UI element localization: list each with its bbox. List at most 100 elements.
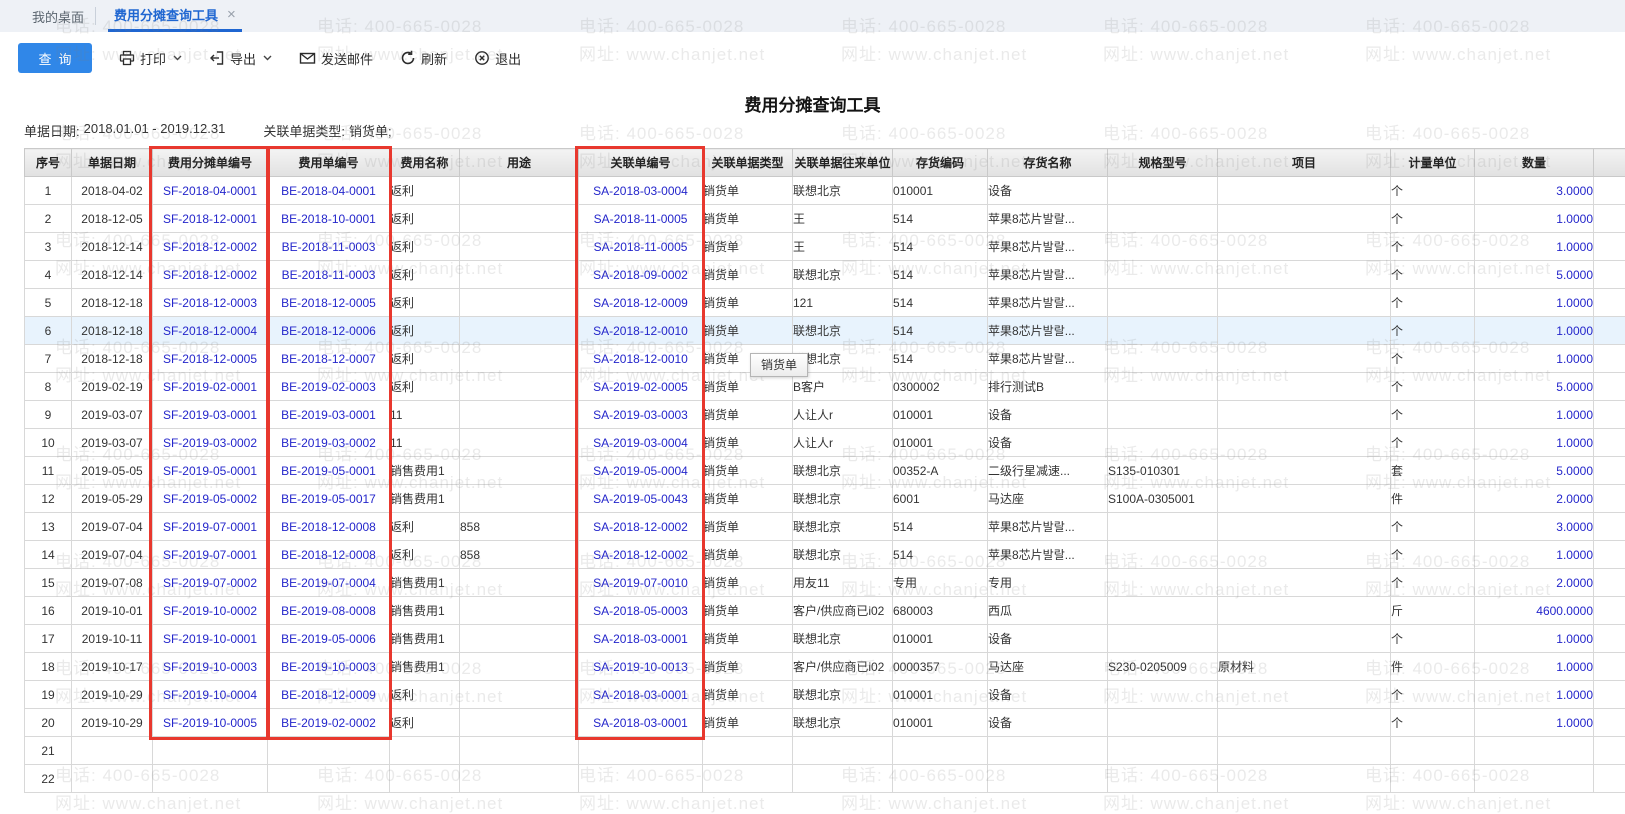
cell-related-doc-code[interactable]: SA-2018-03-0001 (579, 681, 703, 709)
cell-expense-code[interactable]: BE-2018-12-0005 (268, 289, 390, 317)
cell-expense-code[interactable]: BE-2019-05-0001 (268, 457, 390, 485)
cell-expense-code[interactable]: BE-2018-12-0008 (268, 513, 390, 541)
cell-related-doc-code[interactable]: SA-2018-12-0002 (579, 541, 703, 569)
cell-expense-share-code[interactable]: SF-2019-02-0001 (153, 373, 268, 401)
cell-expense-code[interactable]: BE-2019-05-0006 (268, 625, 390, 653)
column-header-unit[interactable]: 计量单位 (1391, 149, 1475, 177)
cell-expense-code[interactable]: BE-2019-02-0002 (268, 709, 390, 737)
tab-my-desktop[interactable]: 我的桌面 (32, 0, 84, 32)
exit-button[interactable]: 退出 (474, 49, 521, 68)
column-header-spec-model[interactable]: 规格型号 (1108, 149, 1218, 177)
cell-related-doc-code[interactable]: SA-2018-05-0003 (579, 597, 703, 625)
cell-expense-share-code[interactable]: SF-2019-10-0004 (153, 681, 268, 709)
column-header-related-doc-code[interactable]: 关联单编号 (579, 149, 703, 177)
cell-expense-share-code[interactable]: SF-2018-12-0005 (153, 345, 268, 373)
table-row[interactable]: 72018-12-18SF-2018-12-0005BE-2018-12-000… (25, 345, 1625, 373)
cell-related-doc-code[interactable]: SA-2018-03-0001 (579, 625, 703, 653)
tab-close-icon[interactable]: × (227, 7, 236, 22)
cell-expense-share-code[interactable]: SF-2019-07-0002 (153, 569, 268, 597)
table-row[interactable]: 22018-12-05SF-2018-12-0001BE-2018-10-000… (25, 205, 1625, 233)
table-row[interactable]: 112019-05-05SF-2019-05-0001BE-2019-05-00… (25, 457, 1625, 485)
cell-expense-code[interactable]: BE-2019-10-0003 (268, 653, 390, 681)
table-row[interactable]: 162019-10-01SF-2019-10-0002BE-2019-08-00… (25, 597, 1625, 625)
table-row[interactable]: 182019-10-17SF-2019-10-0003BE-2019-10-00… (25, 653, 1625, 681)
table-row[interactable]: 192019-10-29SF-2019-10-0004BE-2018-12-00… (25, 681, 1625, 709)
cell-expense-code[interactable]: BE-2018-11-0003 (268, 233, 390, 261)
cell-expense-share-code[interactable]: SF-2018-12-0002 (153, 261, 268, 289)
cell-related-doc-code[interactable]: SA-2019-05-0004 (579, 457, 703, 485)
column-header-related-doc-type[interactable]: 关联单据类型 (703, 149, 793, 177)
cell-expense-share-code[interactable]: SF-2019-03-0002 (153, 429, 268, 457)
cell-expense-share-code[interactable]: SF-2019-10-0001 (153, 625, 268, 653)
column-header-expense-name[interactable]: 费用名称 (390, 149, 460, 177)
table-row[interactable]: 202019-10-29SF-2019-10-0005BE-2019-02-00… (25, 709, 1625, 737)
table-row[interactable]: 172019-10-11SF-2019-10-0001BE-2019-05-00… (25, 625, 1625, 653)
table-row[interactable]: 152019-07-08SF-2019-07-0002BE-2019-07-00… (25, 569, 1625, 597)
print-button[interactable]: 打印 (119, 49, 182, 68)
query-button[interactable]: 查询 (18, 43, 92, 73)
table-row[interactable]: 122019-05-29SF-2019-05-0002BE-2019-05-00… (25, 485, 1625, 513)
cell-expense-share-code[interactable]: SF-2019-05-0001 (153, 457, 268, 485)
table-row[interactable]: 92019-03-07SF-2019-03-0001BE-2019-03-000… (25, 401, 1625, 429)
cell-expense-share-code[interactable]: SF-2019-10-0002 (153, 597, 268, 625)
cell-expense-share-code[interactable]: SF-2018-12-0001 (153, 205, 268, 233)
cell-related-doc-code[interactable]: SA-2018-12-0010 (579, 345, 703, 373)
cell-expense-share-code[interactable]: SF-2019-07-0001 (153, 513, 268, 541)
cell-expense-code[interactable]: BE-2019-02-0003 (268, 373, 390, 401)
table-row[interactable]: 142019-07-04SF-2019-07-0001BE-2018-12-00… (25, 541, 1625, 569)
cell-related-doc-code[interactable]: SA-2018-11-0005 (579, 233, 703, 261)
cell-expense-share-code[interactable]: SF-2019-10-0005 (153, 709, 268, 737)
cell-expense-code[interactable]: BE-2019-05-0017 (268, 485, 390, 513)
column-header-inventory-code[interactable]: 存货编码 (893, 149, 988, 177)
cell-expense-code[interactable]: BE-2018-11-0003 (268, 261, 390, 289)
table-row[interactable]: 82019-02-19SF-2019-02-0001BE-2019-02-000… (25, 373, 1625, 401)
cell-related-doc-code[interactable]: SA-2019-02-0005 (579, 373, 703, 401)
column-header-expense-code[interactable]: 费用单编号 (268, 149, 390, 177)
cell-expense-share-code[interactable]: SF-2018-12-0003 (153, 289, 268, 317)
cell-related-doc-code[interactable]: SA-2018-03-0001 (579, 709, 703, 737)
cell-expense-code[interactable]: BE-2018-12-0007 (268, 345, 390, 373)
send-mail-button[interactable]: 发送邮件 (299, 49, 373, 68)
cell-related-doc-code[interactable]: SA-2018-12-0009 (579, 289, 703, 317)
cell-related-doc-code[interactable]: SA-2018-12-0002 (579, 513, 703, 541)
cell-expense-share-code[interactable]: SF-2019-03-0001 (153, 401, 268, 429)
table-row[interactable]: 32018-12-14SF-2018-12-0002BE-2018-11-000… (25, 233, 1625, 261)
cell-related-doc-code[interactable]: SA-2018-09-0002 (579, 261, 703, 289)
column-header-related-partner[interactable]: 关联单据往来单位 (793, 149, 893, 177)
cell-related-doc-code[interactable]: SA-2019-03-0003 (579, 401, 703, 429)
cell-expense-code[interactable]: BE-2019-03-0002 (268, 429, 390, 457)
table-row[interactable]: 52018-12-18SF-2018-12-0003BE-2018-12-000… (25, 289, 1625, 317)
column-header-inventory-name[interactable]: 存货名称 (988, 149, 1108, 177)
cell-expense-share-code[interactable]: SF-2018-04-0001 (153, 177, 268, 205)
cell-expense-share-code[interactable]: SF-2018-12-0004 (153, 317, 268, 345)
cell-related-doc-code[interactable]: SA-2019-10-0013 (579, 653, 703, 681)
cell-expense-code[interactable]: BE-2019-07-0004 (268, 569, 390, 597)
table-row[interactable]: 21 (25, 737, 1625, 765)
cell-expense-share-code[interactable]: SF-2018-12-0002 (153, 233, 268, 261)
column-header-expense-share-code[interactable]: 费用分摊单编号 (153, 149, 268, 177)
cell-expense-share-code[interactable]: SF-2019-05-0002 (153, 485, 268, 513)
table-row[interactable]: 102019-03-07SF-2019-03-0002BE-2019-03-00… (25, 429, 1625, 457)
tab-expense-allocation-tool[interactable]: 费用分摊查询工具 × (108, 0, 242, 32)
column-header-row-number[interactable]: 序号 (25, 149, 72, 177)
column-header-project[interactable]: 项目 (1218, 149, 1391, 177)
cell-related-doc-code[interactable]: SA-2018-11-0005 (579, 205, 703, 233)
cell-related-doc-code[interactable]: SA-2019-03-0004 (579, 429, 703, 457)
cell-expense-share-code[interactable]: SF-2019-07-0001 (153, 541, 268, 569)
column-header-purpose[interactable]: 用途 (460, 149, 579, 177)
cell-expense-code[interactable]: BE-2018-04-0001 (268, 177, 390, 205)
cell-related-doc-code[interactable]: SA-2019-05-0043 (579, 485, 703, 513)
column-header-doc-date[interactable]: 单据日期 (72, 149, 153, 177)
cell-expense-code[interactable]: BE-2018-10-0001 (268, 205, 390, 233)
column-header-quantity[interactable]: 数量 (1475, 149, 1594, 177)
table-row[interactable]: 22 (25, 765, 1625, 793)
export-button[interactable]: 导出 (209, 49, 272, 68)
cell-expense-code[interactable]: BE-2018-12-0009 (268, 681, 390, 709)
cell-related-doc-code[interactable]: SA-2018-12-0010 (579, 317, 703, 345)
cell-expense-code[interactable]: BE-2018-12-0008 (268, 541, 390, 569)
table-row[interactable]: 62018-12-18SF-2018-12-0004BE-2018-12-000… (25, 317, 1625, 345)
table-row[interactable]: 42018-12-14SF-2018-12-0002BE-2018-11-000… (25, 261, 1625, 289)
cell-expense-code[interactable]: BE-2019-03-0001 (268, 401, 390, 429)
cell-expense-share-code[interactable]: SF-2019-10-0003 (153, 653, 268, 681)
cell-related-doc-code[interactable]: SA-2018-03-0004 (579, 177, 703, 205)
